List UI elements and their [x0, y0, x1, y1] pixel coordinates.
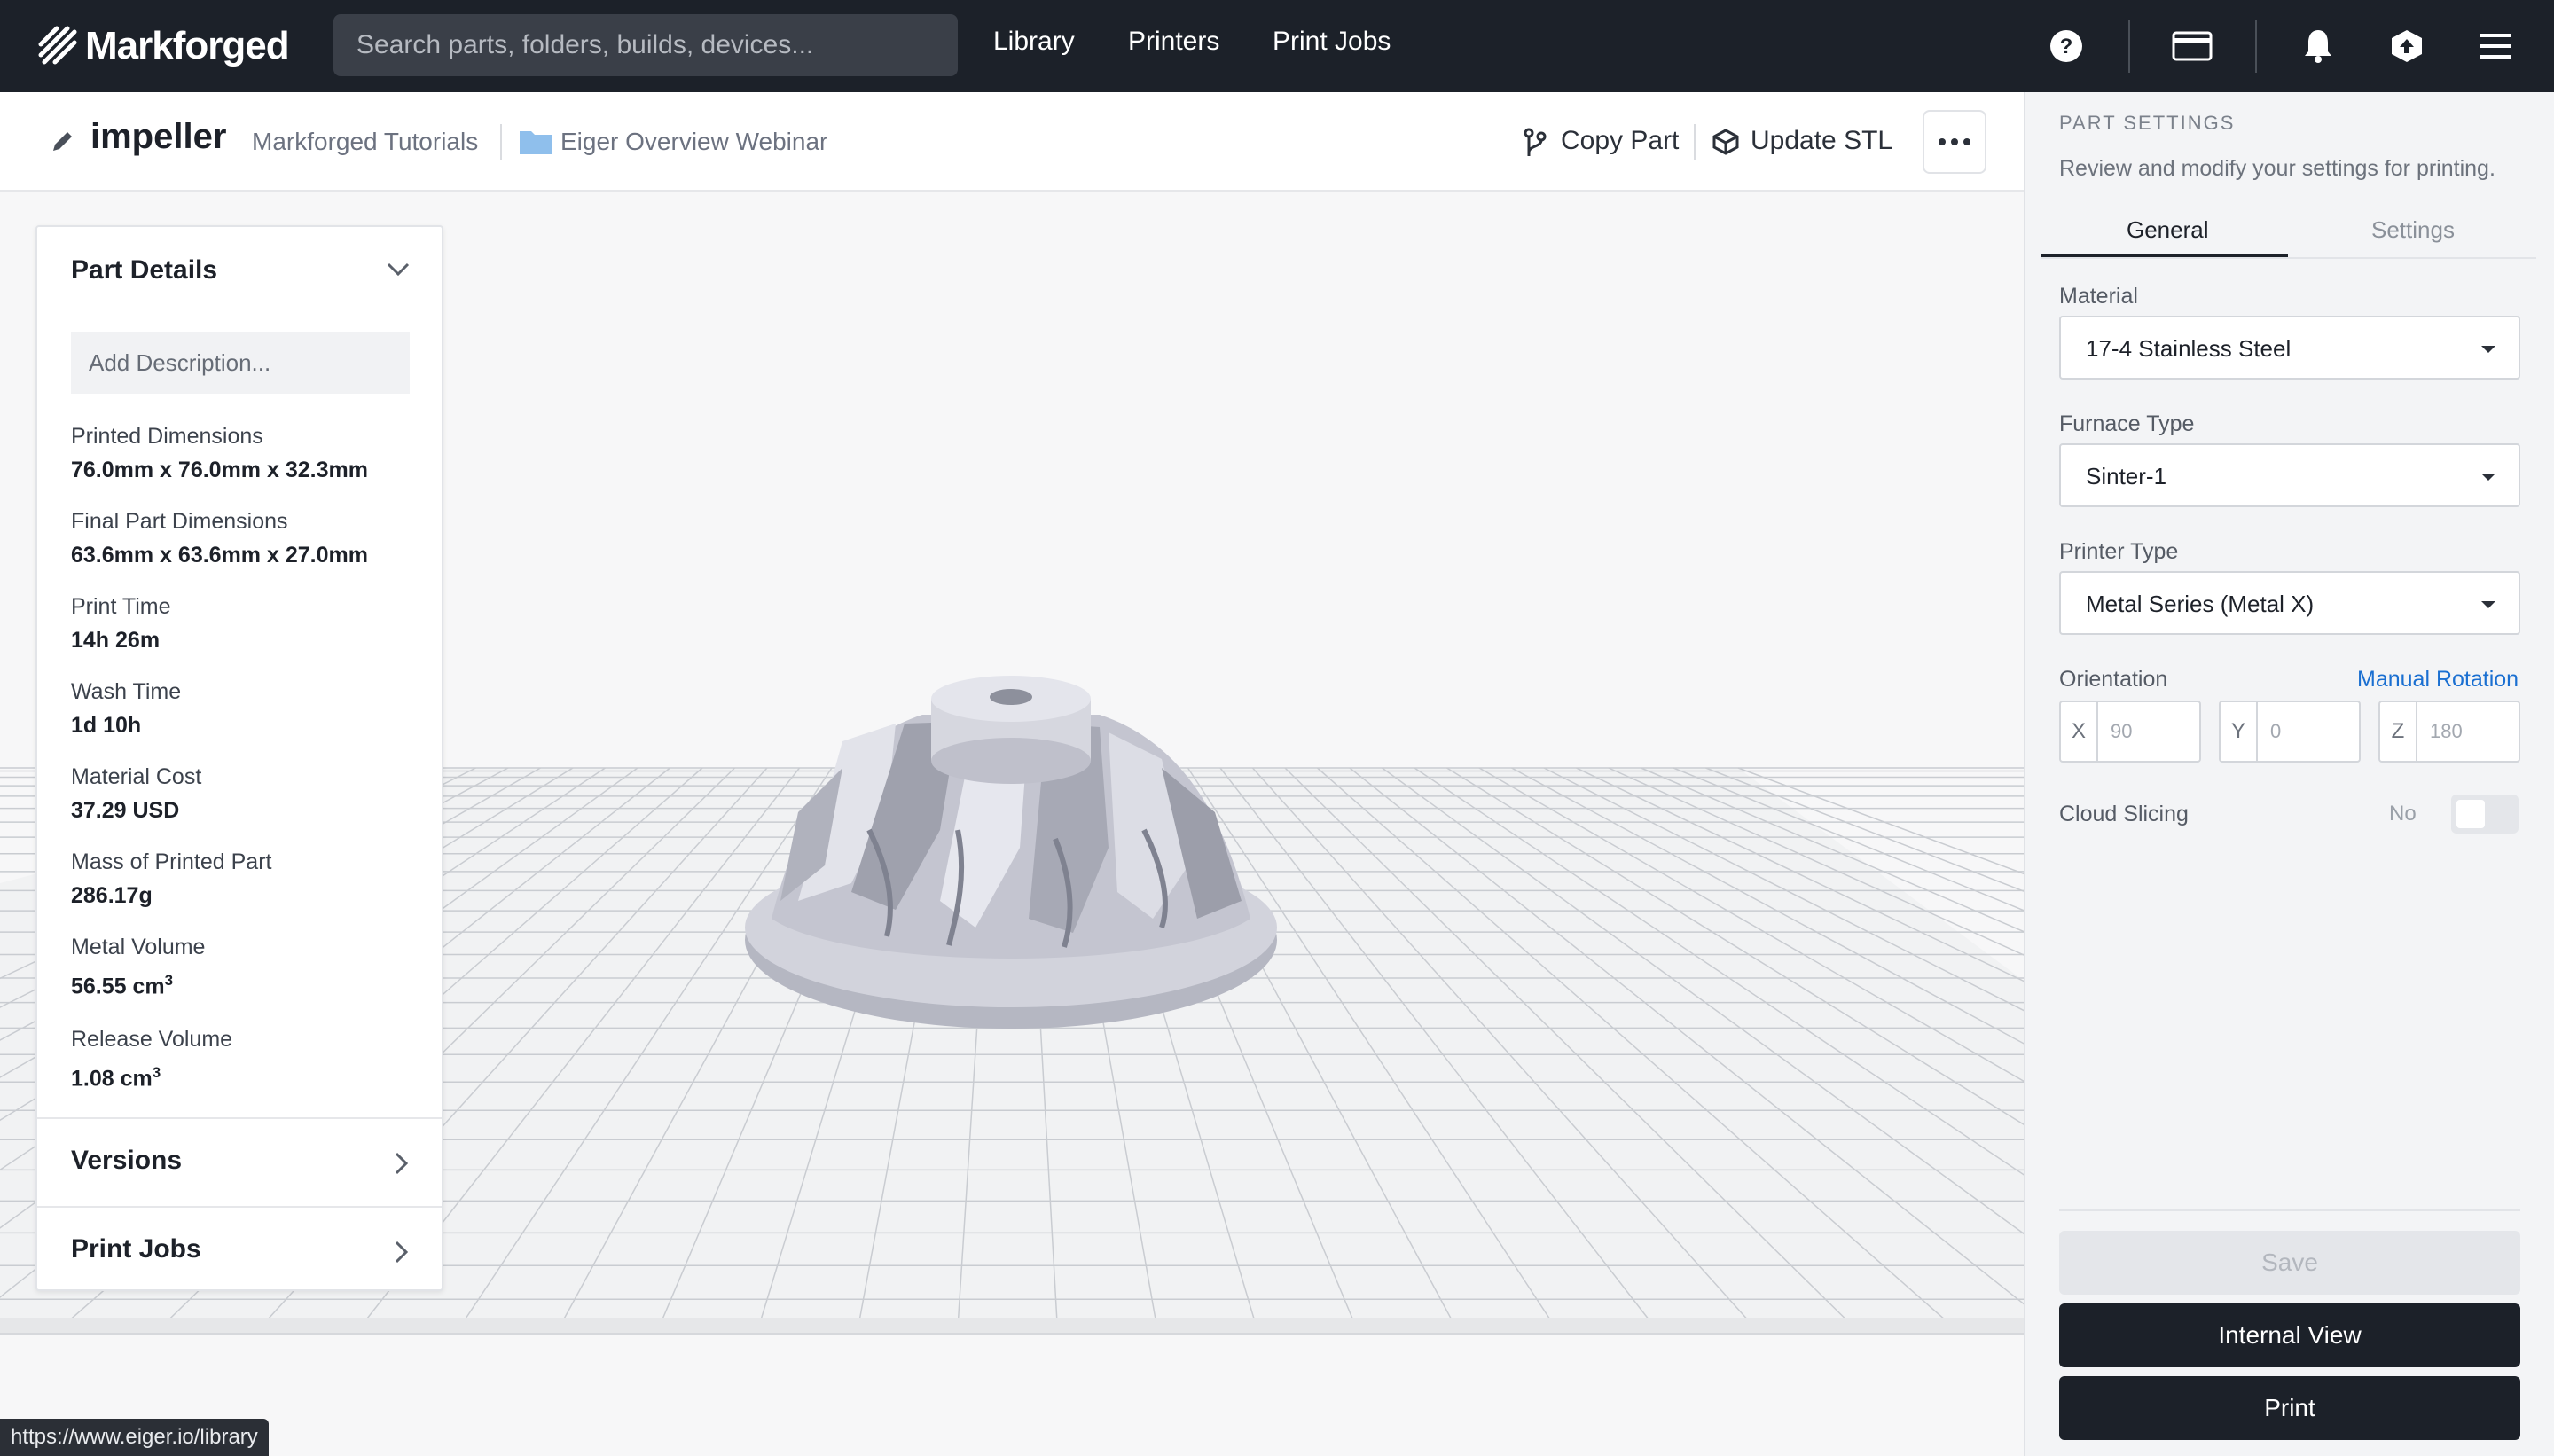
release-volume-label: Release Volume — [71, 1027, 233, 1052]
printed-dimensions-label: Printed Dimensions — [71, 424, 263, 449]
part-details-card: Part Details Printed Dimensions 76.0mm x… — [35, 225, 443, 1291]
update-stl-button[interactable]: Update STL — [1751, 126, 1892, 156]
copy-part-button[interactable]: Copy Part — [1561, 126, 1679, 156]
help-icon[interactable]: ? — [2043, 23, 2089, 69]
manual-rotation-link[interactable]: Manual Rotation — [2357, 667, 2519, 693]
more-options-button[interactable] — [1923, 110, 1986, 174]
material-cost-label: Material Cost — [71, 764, 202, 789]
breadcrumb-workspace[interactable]: Markforged Tutorials — [252, 128, 478, 156]
release-volume-unit-exponent: 3 — [152, 1064, 161, 1081]
card-divider — [37, 1206, 442, 1208]
release-volume-number: 1.08 cm — [71, 1066, 153, 1092]
card-icon[interactable] — [2169, 23, 2215, 69]
material-select[interactable]: 17-4 Stainless Steel — [2059, 316, 2520, 380]
metal-volume-value: 56.55 cm3 — [71, 972, 173, 999]
printer-select-value: Metal Series (Metal X) — [2086, 591, 2315, 617]
toolbar-divider — [2255, 20, 2257, 73]
axis-z-label: Z — [2380, 702, 2417, 761]
chevron-down-icon[interactable] — [385, 261, 411, 278]
wash-time-label: Wash Time — [71, 679, 182, 704]
tab-bar-divider — [2041, 257, 2536, 259]
cloud-slicing-toggle[interactable] — [2451, 795, 2519, 834]
chevron-right-icon[interactable] — [385, 1147, 417, 1179]
print-jobs-section[interactable]: Print Jobs — [71, 1234, 201, 1264]
card-divider — [37, 1117, 442, 1119]
search-input[interactable] — [333, 14, 958, 76]
axis-y-label: Y — [2221, 702, 2258, 761]
panel-title: PART SETTINGS — [2059, 112, 2236, 134]
furnace-type-label: Furnace Type — [2059, 411, 2195, 436]
orientation-y-value[interactable]: 0 — [2270, 720, 2281, 743]
material-select-value: 17-4 Stainless Steel — [2086, 335, 2292, 362]
orientation-label: Orientation — [2059, 667, 2168, 692]
versions-section[interactable]: Versions — [71, 1146, 182, 1176]
material-cost-value: 37.29 USD — [71, 798, 180, 823]
markforged-logo[interactable]: Markforged — [35, 23, 290, 69]
orientation-x-field[interactable]: X 90 — [2059, 701, 2201, 763]
active-tab-indicator — [2041, 254, 2288, 257]
orientation-x-value[interactable]: 90 — [2111, 720, 2132, 743]
cloud-slicing-state: No — [2389, 802, 2417, 826]
panel-subtitle: Review and modify your settings for prin… — [2059, 156, 2495, 181]
metal-volume-label: Metal Volume — [71, 935, 206, 959]
internal-view-button[interactable]: Internal View — [2059, 1303, 2520, 1367]
printer-type-select[interactable]: Metal Series (Metal X) — [2059, 571, 2520, 635]
svg-text:?: ? — [2060, 35, 2073, 59]
cloud-slicing-label: Cloud Slicing — [2059, 802, 2189, 826]
release-volume-value: 1.08 cm3 — [71, 1064, 161, 1092]
logo-text: Markforged — [85, 24, 290, 67]
furnace-type-select[interactable]: Sinter-1 — [2059, 443, 2520, 507]
part-details-title[interactable]: Part Details — [71, 255, 217, 286]
axis-x-label: X — [2061, 702, 2098, 761]
metal-volume-number: 56.55 cm — [71, 974, 165, 999]
orientation-y-field[interactable]: Y 0 — [2219, 701, 2361, 763]
nav-printers[interactable]: Printers — [1128, 27, 1219, 57]
branch-icon — [1524, 128, 1547, 156]
top-navigation-bar: Markforged Library Printers Print Jobs ? — [0, 0, 2554, 92]
metal-volume-unit-exponent: 3 — [164, 972, 174, 989]
folder-icon — [520, 131, 552, 154]
part-title[interactable]: impeller — [90, 117, 226, 157]
furnace-select-value: Sinter-1 — [2086, 463, 2167, 489]
action-divider — [1694, 124, 1696, 160]
chevron-right-icon[interactable] — [385, 1236, 417, 1268]
cube-icon — [1712, 129, 1739, 155]
global-search[interactable] — [333, 14, 958, 76]
save-button[interactable]: Save — [2059, 1231, 2520, 1295]
caret-down-icon — [2481, 474, 2495, 481]
print-button[interactable]: Print — [2059, 1376, 2520, 1440]
tab-general[interactable]: General — [2127, 216, 2209, 244]
breadcrumb-folder[interactable]: Eiger Overview Webinar — [560, 128, 827, 156]
nav-print-jobs[interactable]: Print Jobs — [1273, 27, 1391, 57]
breadcrumb-divider — [500, 124, 502, 160]
print-time-value: 14h 26m — [71, 628, 161, 653]
mass-value: 286.17g — [71, 883, 153, 908]
material-label: Material — [2059, 284, 2138, 309]
upload-icon[interactable] — [2384, 23, 2430, 69]
description-input[interactable] — [71, 332, 410, 394]
wash-time-value: 1d 10h — [71, 713, 142, 738]
edit-pencil-icon[interactable] — [50, 128, 76, 154]
toggle-knob — [2456, 800, 2485, 828]
markforged-logo-icon — [38, 26, 77, 65]
toolbar-divider — [2128, 20, 2130, 73]
mass-label: Mass of Printed Part — [71, 849, 272, 874]
print-time-label: Print Time — [71, 594, 171, 619]
tab-settings[interactable]: Settings — [2371, 216, 2455, 244]
caret-down-icon — [2481, 601, 2495, 608]
nav-library[interactable]: Library — [993, 27, 1075, 57]
status-bar-url: https://www.eiger.io/library — [0, 1419, 269, 1456]
orientation-z-value[interactable]: 180 — [2430, 720, 2463, 743]
panel-divider — [2059, 1209, 2520, 1211]
bell-icon[interactable] — [2295, 23, 2341, 69]
impeller-model[interactable] — [745, 676, 1277, 1029]
caret-down-icon — [2481, 346, 2495, 353]
printed-dimensions-value: 76.0mm x 76.0mm x 32.3mm — [71, 458, 368, 482]
menu-icon[interactable] — [2472, 23, 2519, 69]
orientation-z-field[interactable]: Z 180 — [2378, 701, 2520, 763]
printer-type-label: Printer Type — [2059, 539, 2179, 564]
final-dimensions-value: 63.6mm x 63.6mm x 27.0mm — [71, 543, 368, 568]
final-dimensions-label: Final Part Dimensions — [71, 509, 288, 534]
more-dots-icon — [1939, 138, 1970, 145]
